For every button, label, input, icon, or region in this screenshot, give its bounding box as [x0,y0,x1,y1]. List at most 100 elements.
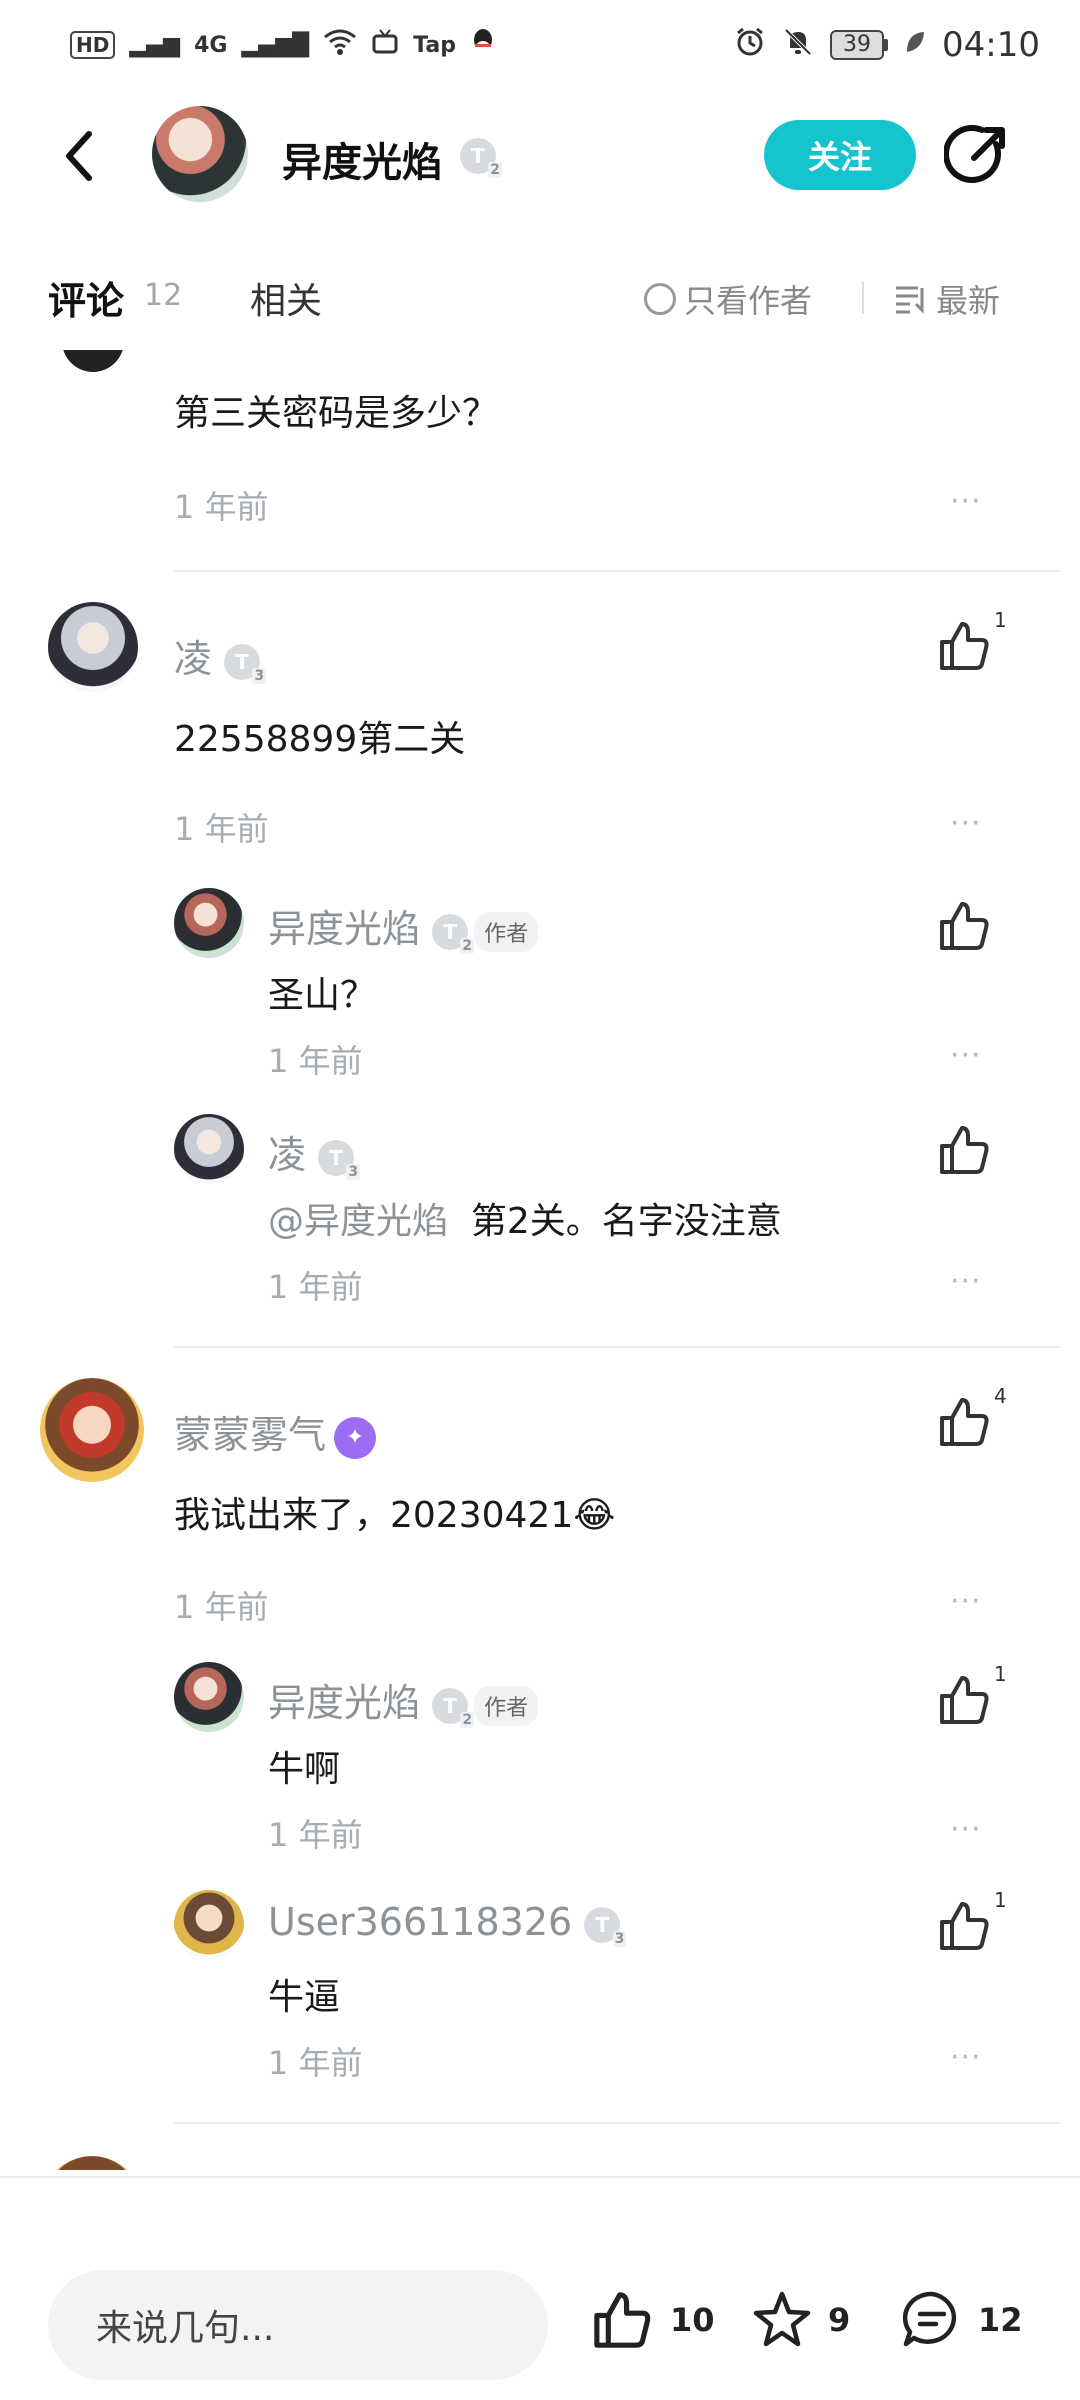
more-icon[interactable]: ··· [950,806,982,841]
comment-total: 12 [978,2301,1023,2339]
tv-icon [371,28,399,63]
reply-time: 1 年前 [268,2044,363,2082]
commenter-name[interactable]: User366118326 T3 [268,1900,627,1947]
reply-text: 牛啊 [268,1749,341,1790]
sort-button[interactable]: 最新 [894,276,1000,322]
like-action[interactable]: 10 [590,2288,715,2352]
sim-signal-icon: ▂▄▆ [129,32,181,58]
thumbs-up-icon [940,902,989,950]
more-icon[interactable]: ··· [950,484,982,519]
mention[interactable]: @异度光焰 [268,1201,448,1242]
level-badge: T3 [584,1906,627,1947]
like-button[interactable] [936,1394,996,1454]
status-bar: HD ▂▄▆ 4G ▂▄▆█ Tap 39 04:10 [0,0,1080,90]
follow-button[interactable]: 关注 [764,120,916,190]
cell-signal-icon: ▂▄▆█ [241,32,310,58]
comment-input[interactable]: 来说几句... [48,2270,548,2380]
battery-icon: 39 [830,30,889,60]
level-badge: T2 [432,913,475,954]
sort-label: 最新 [936,282,1001,320]
like-button[interactable] [936,1672,996,1732]
comment-text: 22558899第二关 [174,719,466,760]
share-button[interactable] [943,122,1010,188]
status-left: HD ▂▄▆ 4G ▂▄▆█ Tap [70,27,496,64]
divider [174,570,1060,572]
like-button[interactable] [936,898,996,958]
reply-text: 圣山？ [268,975,377,1016]
thumbs-up-icon [940,1902,989,1950]
battery-level: 39 [830,30,885,60]
more-icon[interactable]: ··· [950,1812,982,1847]
like-button[interactable] [936,618,996,678]
like-count: 4 [994,1384,1007,1408]
network-type: 4G [194,32,228,58]
leaf-icon [904,29,926,62]
avatar[interactable] [174,1114,244,1184]
more-icon[interactable]: ··· [950,1264,982,1299]
hd-indicator: HD [70,31,116,59]
star-icon [753,2291,811,2347]
commenter-name[interactable]: 蒙蒙雾气 ✦ [174,1404,377,1459]
commenter-name[interactable]: 异度光焰 T 2 作者 [268,898,539,954]
thumbs-up-icon [940,1398,989,1446]
reply-time: 1 年前 [268,1816,363,1854]
like-button[interactable] [936,1122,996,1182]
gamepad-badge-icon: ✦ [334,1416,377,1459]
comment-bubble-icon [902,2291,957,2347]
divider [862,282,864,314]
comment-action[interactable]: 12 [900,2288,1023,2352]
comment-list: 第三关密码是多少？ 1 年前 ··· 凌 T3 1 22558899第二关 1 … [0,350,1080,2170]
wifi-icon [323,28,357,63]
thumbs-up-icon [940,622,989,670]
commenter-name[interactable]: 凌 T3 [174,628,267,684]
favorite-total: 9 [828,2301,851,2339]
avatar[interactable] [174,888,244,958]
tab-comments[interactable]: 评论 [48,270,124,325]
reply-time: 1 年前 [268,1042,363,1080]
level-badge: T2 [460,138,502,178]
level-badge: T2 [432,1687,475,1728]
avatar[interactable] [62,350,124,372]
like-count: 1 [994,1888,1007,1912]
avatar[interactable] [40,1378,144,1482]
author-tag: 作者 [474,911,539,952]
avatar[interactable] [40,2156,144,2170]
author-avatar[interactable] [152,106,248,202]
sort-icon [896,286,924,314]
commenter-name[interactable]: 异度光焰 T 2 作者 [268,1672,539,1728]
divider [174,1346,1060,1348]
more-icon[interactable]: ··· [950,1584,982,1619]
comment-text: 我试出来了，20230421😂 [174,1495,616,1536]
more-icon[interactable]: ··· [950,1038,982,1073]
avatar[interactable] [48,602,138,692]
divider [174,2122,1060,2124]
avatar[interactable] [174,1890,244,1960]
author-only-filter[interactable]: 只看作者 [644,276,812,322]
more-icon[interactable]: ··· [950,2040,982,2075]
comment-time: 1 年前 [174,1588,269,1626]
tab-bar: 评论 12 相关 只看作者 最新 [0,262,1080,332]
avatar[interactable] [174,1662,244,1732]
like-button[interactable] [936,1898,996,1958]
level-badge: T3 [318,1139,361,1180]
comments-count: 12 [144,278,183,313]
radio-icon [644,283,676,315]
level-badge: T3 [224,643,267,684]
author-name[interactable]: 异度光焰 [282,130,442,188]
clock-time: 04:10 [942,25,1040,65]
favorite-action[interactable]: 9 [750,2288,850,2352]
like-total: 10 [670,2301,715,2339]
comment-text: 第三关密码是多少？ [174,393,499,434]
mute-bell-icon [782,26,814,65]
like-count: 1 [994,1662,1007,1686]
tap-icon: Tap [413,32,456,58]
tab-related[interactable]: 相关 [250,272,322,324]
back-button[interactable] [52,128,104,184]
commenter-name[interactable]: 凌 T3 [268,1124,361,1180]
reply-text: @异度光焰 第2关。名字没注意 [268,1201,782,1242]
back-arrow-icon [66,131,92,181]
status-right: 39 04:10 [734,25,1040,65]
bottom-action-bar: 来说几句... 10 9 12 [0,2176,1080,2400]
thumbs-up-icon [940,1676,989,1724]
author-tag: 作者 [474,1685,539,1726]
